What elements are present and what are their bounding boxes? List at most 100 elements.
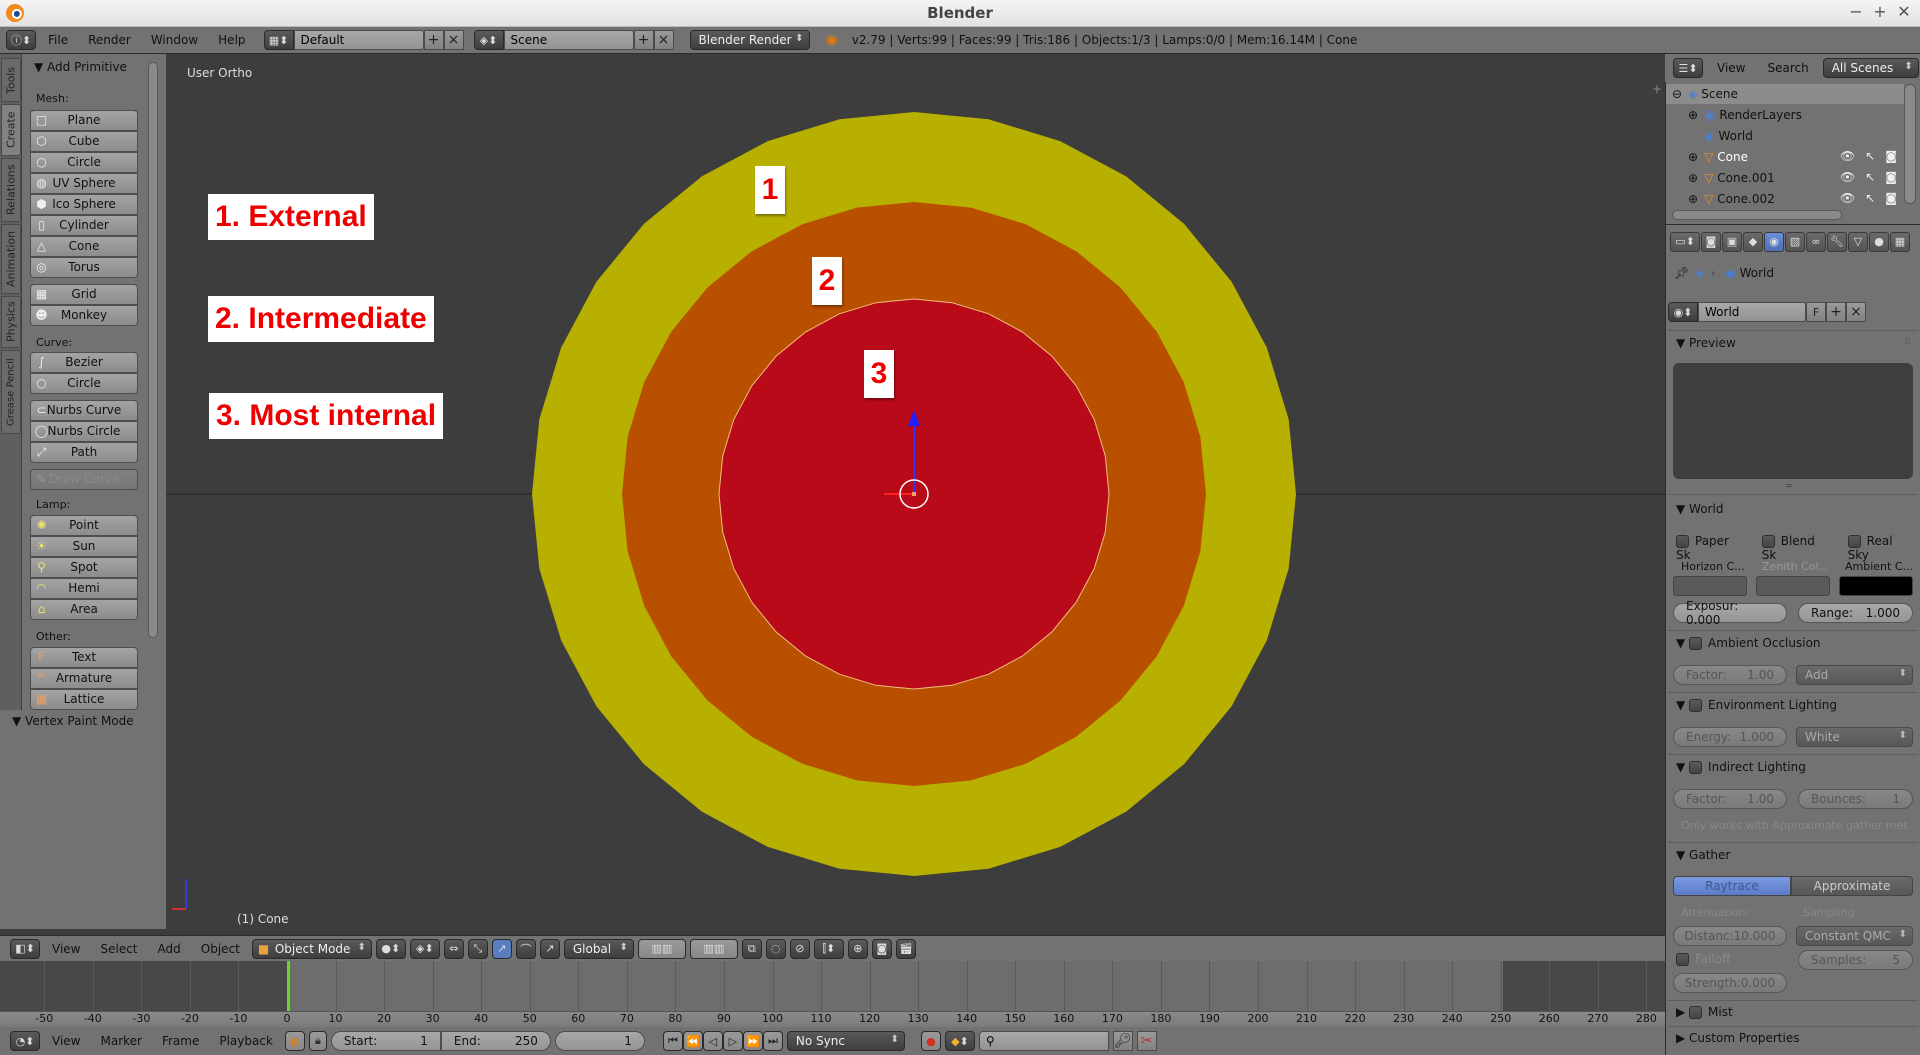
render-image-icon[interactable]: ◙ (871, 938, 892, 959)
menu-marker[interactable]: Marker (92, 1034, 149, 1048)
expand-icon[interactable]: ⊕ (1688, 150, 1698, 164)
env-energy-field[interactable]: Energy: 1.000 (1673, 727, 1787, 747)
drag-grip-icon[interactable]: ⠿ (1904, 338, 1911, 348)
sync-dropdown[interactable]: No Sync (786, 1031, 905, 1051)
expand-icon[interactable]: ⊕ (1688, 171, 1698, 185)
outliner-filter-dropdown[interactable]: All Scenes (1822, 58, 1919, 78)
tab-physics[interactable]: Physics (1, 296, 21, 348)
current-frame-field[interactable]: 1 (554, 1031, 645, 1051)
real-sky-checkbox[interactable]: Real Sky (1847, 534, 1916, 562)
mist-header[interactable]: ▶ Mist (1676, 1005, 1733, 1019)
transform-orientation-dropdown[interactable]: Global (563, 938, 634, 959)
add-path-button[interactable]: ⤢ Path (30, 442, 138, 463)
editor-type-outliner-icon[interactable]: ☰⬍ (1673, 58, 1703, 78)
layout-icon[interactable]: ▦⬍ (263, 30, 294, 50)
add-scene-icon[interactable]: + (633, 30, 654, 50)
tab-grease-pencil[interactable]: Grease Pencil (1, 350, 21, 434)
world-browse-icon[interactable]: ◉⬍ (1668, 302, 1698, 322)
exposure-field[interactable]: Exposur: 0.000 (1673, 599, 1787, 627)
material-tab-icon[interactable]: ● (1869, 232, 1889, 252)
menu-frame[interactable]: Frame (154, 1034, 207, 1048)
bounces-field[interactable]: Bounces: 1 (1798, 789, 1913, 809)
env-color-dropdown[interactable]: White (1796, 727, 1913, 747)
falloff-checkbox[interactable]: Falloff (1676, 952, 1730, 966)
ao-factor-field[interactable]: Factor: 1.00 (1673, 665, 1787, 685)
snap-icon[interactable]: ⊘ (789, 938, 810, 959)
outliner-item-renderlayers[interactable]: ⊕ ▣ RenderLayers (1666, 105, 1904, 125)
play-icon[interactable]: ▷ (722, 1031, 743, 1051)
layers-group-1[interactable]: ▥▥ (637, 938, 686, 959)
add-spot-lamp-button[interactable]: ⚲ Spot (30, 557, 138, 578)
tab-tools[interactable]: Tools (1, 58, 21, 102)
menu-view[interactable]: View (44, 942, 88, 956)
editor-type-3dview-icon[interactable]: ◧⬍ (10, 938, 40, 959)
delete-keyframe-icon[interactable]: ✂ (1136, 1031, 1157, 1051)
menu-add[interactable]: Add (150, 942, 189, 956)
close-button[interactable]: ✕ (1894, 2, 1914, 21)
remove-layout-icon[interactable]: × (443, 30, 464, 50)
world-name-field[interactable]: World (1698, 302, 1806, 322)
jump-keyframe-back-icon[interactable]: ⏪ (682, 1031, 703, 1051)
menu-select[interactable]: Select (92, 942, 145, 956)
add-layout-icon[interactable]: + (423, 30, 444, 50)
sampling-method-dropdown[interactable]: Constant QMC (1796, 926, 1913, 946)
vertex-paint-header[interactable]: ▼ Vertex Paint Mode (12, 714, 134, 728)
add-sun-lamp-button[interactable]: ☀ Sun (30, 536, 138, 557)
outliner-hscrollbar[interactable] (1672, 210, 1842, 220)
rotate-manipulator-icon[interactable]: ↗ (491, 938, 512, 959)
preview-panel-header[interactable]: ▼ Preview (1676, 336, 1736, 350)
ao-blend-dropdown[interactable]: Add (1796, 665, 1913, 685)
distance-field[interactable]: Distanc:10.000 (1673, 926, 1787, 946)
render-tab-icon[interactable]: ◙ (1701, 232, 1721, 252)
render-animation-icon[interactable]: 🎬︎ (895, 938, 916, 959)
tab-relations[interactable]: Relations (1, 158, 21, 222)
add-primitive-header[interactable]: ▼ Add Primitive (34, 60, 127, 74)
data-tab-icon[interactable]: ▽ (1848, 232, 1868, 252)
expand-icon[interactable]: ⊕ (1688, 108, 1698, 122)
modifiers-tab-icon[interactable]: 🔧︎ (1827, 232, 1847, 252)
editor-type-properties-icon[interactable]: ▭⬍ (1670, 232, 1700, 252)
visibility-eye-icon[interactable]: 👁︎ (1840, 191, 1855, 205)
menu-playback[interactable]: Playback (211, 1034, 281, 1048)
approximate-toggle[interactable]: Approximate (1791, 876, 1913, 896)
indirect-factor-field[interactable]: Factor: 1.00 (1673, 789, 1787, 809)
indirect-lighting-header[interactable]: ▼ Indirect Lighting (1676, 760, 1806, 774)
outliner-menu-search[interactable]: Search (1759, 61, 1816, 75)
menu-help[interactable]: Help (210, 33, 253, 47)
add-grid-button[interactable]: ▦ Grid (30, 284, 138, 305)
renderable-camera-icon[interactable]: ◙ (1885, 191, 1897, 205)
jump-start-icon[interactable]: ⏮ (662, 1031, 683, 1051)
add-torus-button[interactable]: ◎ Torus (30, 257, 138, 278)
fake-user-button[interactable]: F (1806, 302, 1826, 322)
pivot-point-icon[interactable]: ◈⬍ (409, 938, 440, 959)
lock-camera-icon[interactable]: ⧉ (741, 938, 762, 959)
add-cylinder-button[interactable]: ▯ Cylinder (30, 215, 138, 236)
visibility-eye-icon[interactable]: 👁︎ (1840, 149, 1855, 163)
outliner-scrollbar[interactable] (1904, 84, 1916, 204)
unlink-world-icon[interactable]: × (1846, 302, 1866, 322)
visibility-eye-icon[interactable]: 👁︎ (1840, 170, 1855, 184)
tab-create[interactable]: Create (1, 104, 21, 156)
scene-field[interactable]: Scene (503, 30, 634, 50)
manipulator-toggle-icon[interactable]: ⇔ (443, 938, 464, 959)
object-tab-icon[interactable]: ▧ (1785, 232, 1805, 252)
translate-manipulator-icon[interactable]: ⤡ (467, 938, 488, 959)
range-field[interactable]: Range: 1.000 (1798, 603, 1913, 623)
add-armature-button[interactable]: ᄎ Armature (30, 668, 138, 689)
add-lattice-button[interactable]: ▦ Lattice (30, 689, 138, 710)
keying-set-field[interactable]: ⚲ (978, 1031, 1109, 1051)
renderable-camera-icon[interactable]: ◙ (1885, 170, 1897, 184)
selectable-cursor-icon[interactable]: ↖ (1865, 149, 1875, 163)
editor-type-timeline-icon[interactable]: ◔⬍ (10, 1031, 40, 1051)
add-monkey-button[interactable]: ☻ Monkey (30, 305, 138, 326)
collapse-icon[interactable]: ⊖ (1672, 87, 1682, 101)
paper-sky-checkbox[interactable]: Paper Sk (1676, 534, 1746, 562)
draw-curve-button[interactable]: ✎ Draw Curve (30, 469, 138, 490)
menu-render[interactable]: Render (80, 33, 139, 47)
manipulator-extra-icon[interactable]: ↗ (539, 938, 560, 959)
menu-object[interactable]: Object (193, 942, 248, 956)
viewport-shading-icon[interactable]: ●⬍ (375, 938, 406, 959)
start-frame-field[interactable]: Start: 1 (330, 1031, 441, 1051)
add-text-button[interactable]: F Text (30, 647, 138, 668)
end-frame-field[interactable]: End: 250 (440, 1031, 551, 1051)
